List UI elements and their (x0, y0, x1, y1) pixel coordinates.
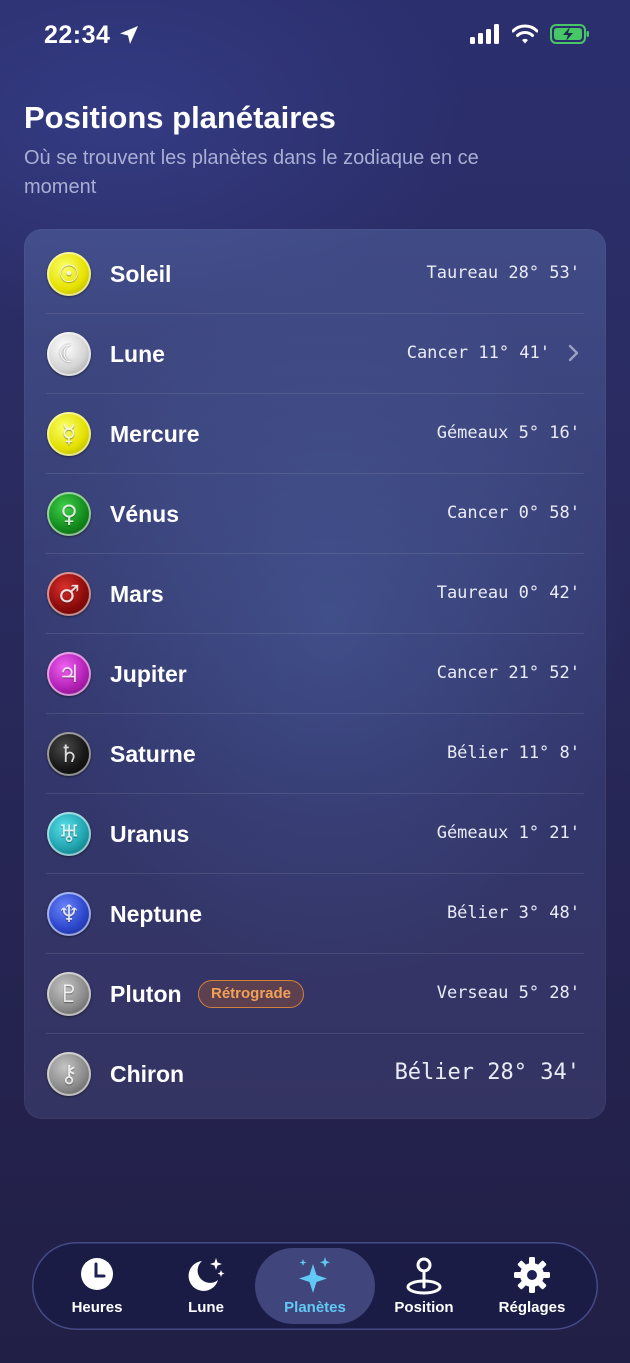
mercury-icon: ☿ (47, 412, 91, 456)
planet-position: Taureau 28° 53' (426, 263, 580, 283)
tab-label: Lune (188, 1299, 224, 1316)
planet-position: Bélier 28° 34' (394, 1060, 580, 1085)
planet-position: Cancer 11° 41' (406, 343, 550, 363)
status-bar: 22:34 (0, 0, 630, 72)
planet-position: Cancer 0° 58' (446, 503, 580, 523)
planet-position: Bélier 11° 8' (446, 743, 580, 763)
chiron-icon: ⚷ (47, 1052, 91, 1096)
location-pin-icon (406, 1257, 442, 1295)
planet-position: Verseau 5° 28' (436, 983, 580, 1003)
planet-name: Jupiter (110, 661, 187, 687)
planet-name: Uranus (110, 821, 190, 847)
tab-position[interactable]: Position (369, 1242, 479, 1330)
planet-name: Vénus (110, 501, 180, 527)
planet-name: Neptune (110, 901, 202, 927)
moon-stars-icon (188, 1258, 225, 1291)
planet-row-soleil[interactable]: ☉ Soleil Taureau 28° 53' (24, 234, 606, 314)
tab-heures[interactable]: Heures (42, 1242, 152, 1330)
planet-name: Saturne (110, 741, 196, 767)
sparkles-icon (299, 1257, 330, 1293)
uranus-icon: ♅ (47, 812, 91, 856)
tab-label: Position (394, 1299, 454, 1316)
planet-row-mars[interactable]: ♂ Mars Taureau 0° 42' (24, 554, 606, 634)
clock-icon (81, 1258, 113, 1290)
planet-position: Gémeaux 5° 16' (436, 423, 580, 443)
tab-planetes[interactable]: Planètes (255, 1248, 375, 1324)
venus-icon: ♀ (47, 492, 91, 536)
tab-label: Réglages (498, 1299, 566, 1316)
planet-row-chiron[interactable]: ⚷ Chiron Bélier 28° 34' (24, 1034, 606, 1114)
retrograde-badge: Rétrograde (198, 980, 305, 1008)
tab-label: Heures (71, 1299, 123, 1316)
saturn-icon: ♄ (47, 732, 91, 776)
battery-charging-icon (550, 24, 589, 44)
tab-reglages[interactable]: Réglages (477, 1242, 587, 1330)
planet-row-pluton[interactable]: ♇ Pluton Rétrograde Verseau 5° 28' (24, 954, 606, 1034)
planet-name: Pluton (110, 981, 182, 1007)
planet-name: Soleil (110, 261, 172, 287)
moon-icon: ☾ (47, 332, 91, 376)
planet-position: Taureau 0° 42' (436, 583, 580, 603)
planet-row-uranus[interactable]: ♅ Uranus Gémeaux 1° 21' (24, 794, 606, 874)
signal-icon (470, 24, 499, 44)
planet-position: Gémeaux 1° 21' (436, 823, 580, 843)
planet-row-neptune[interactable]: ♆ Neptune Bélier 3° 48' (24, 874, 606, 954)
tab-lune[interactable]: Lune (151, 1242, 261, 1330)
planet-name: Chiron (110, 1061, 185, 1087)
planet-row-saturne[interactable]: ♄ Saturne Bélier 11° 8' (24, 714, 606, 794)
page-title: Positions planétaires (24, 100, 336, 135)
status-time: 22:34 (44, 21, 111, 49)
location-arrow-icon (120, 26, 138, 44)
planet-row-lune[interactable]: ☾ Lune Cancer 11° 41' (24, 314, 606, 394)
gear-icon (514, 1257, 550, 1293)
planet-row-jupiter[interactable]: ♃ Jupiter Cancer 21° 52' (24, 634, 606, 714)
neptune-icon: ♆ (47, 892, 91, 936)
jupiter-icon: ♃ (47, 652, 91, 696)
planet-row-mercure[interactable]: ☿ Mercure Gémeaux 5° 16' (24, 394, 606, 474)
planet-position: Cancer 21° 52' (436, 663, 580, 683)
chevron-right-icon[interactable] (562, 342, 584, 364)
planet-list: ☉ Soleil Taureau 28° 53' ☾ Lune Cancer 1… (24, 229, 606, 1119)
page-subtitle: Où se trouvent les planètes dans le zodi… (24, 147, 479, 198)
tab-bar: Heures Lune Planètes Position Réglages (32, 1242, 598, 1330)
tab-label: Planètes (284, 1299, 346, 1316)
planet-position: Bélier 3° 48' (446, 903, 580, 923)
planet-name: Mars (110, 581, 164, 607)
mars-icon: ♂ (47, 572, 91, 616)
planet-row-venus[interactable]: ♀ Vénus Cancer 0° 58' (24, 474, 606, 554)
planet-name: Lune (110, 341, 165, 367)
sun-icon: ☉ (47, 252, 91, 296)
wifi-icon (512, 24, 538, 44)
planet-name: Mercure (110, 421, 200, 447)
pluto-icon: ♇ (47, 972, 91, 1016)
